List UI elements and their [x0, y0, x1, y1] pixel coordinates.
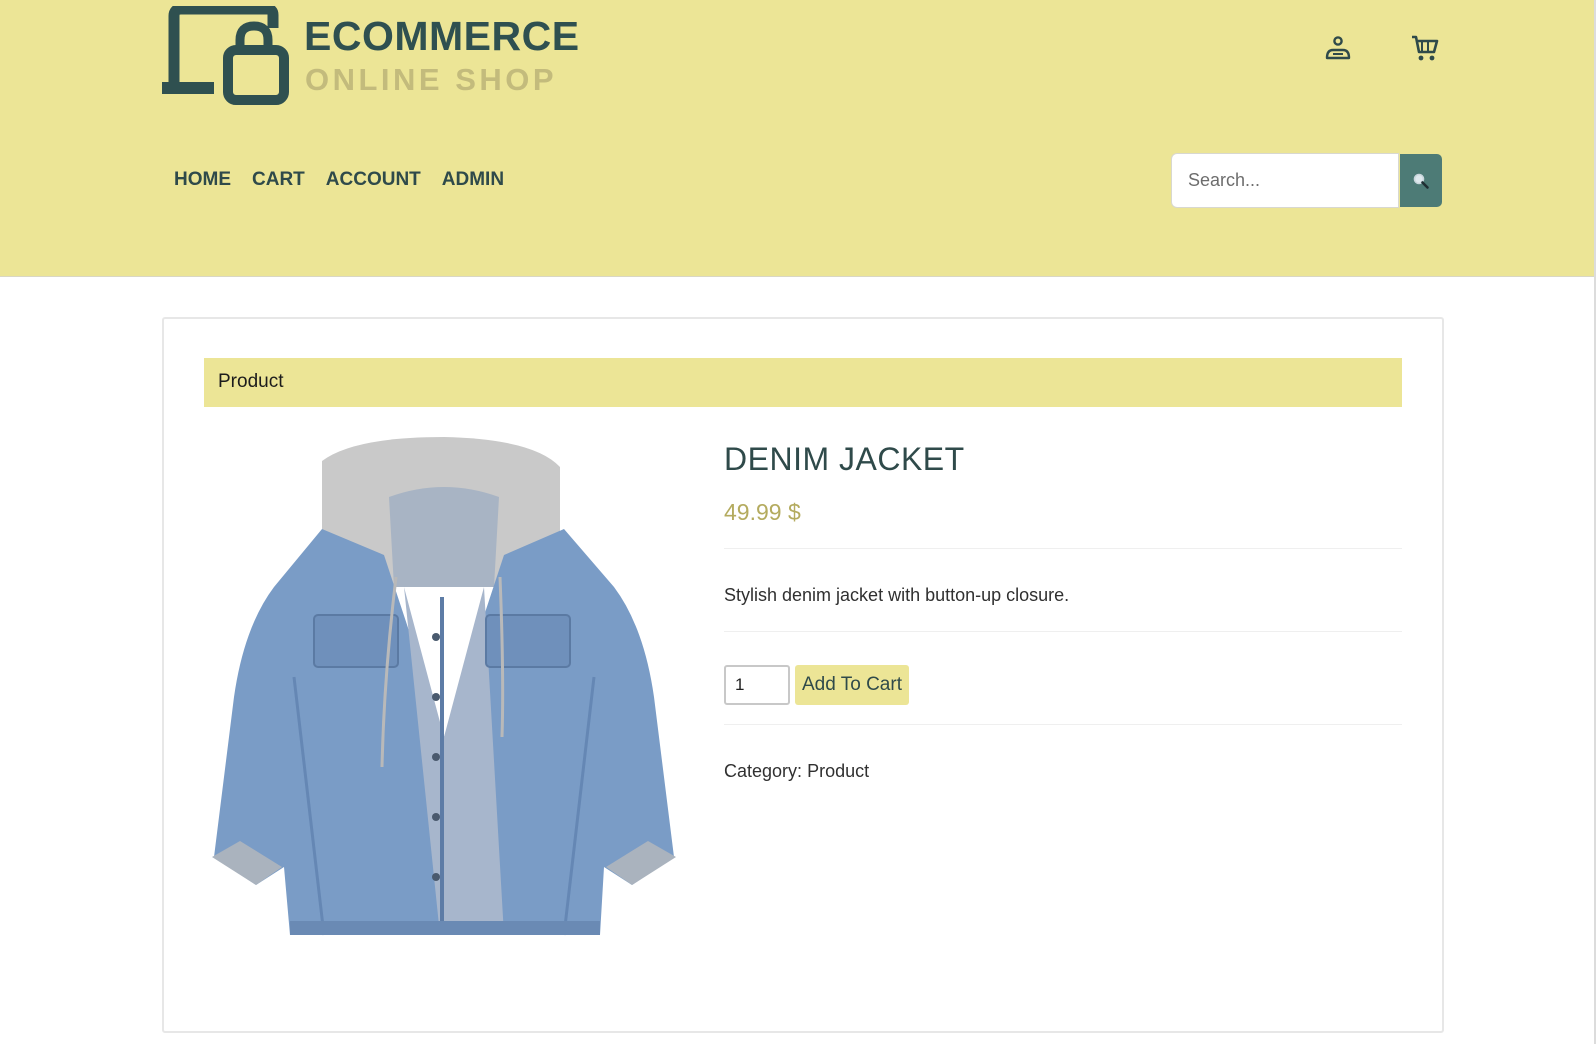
product-card: Product DENIM JACKET 49.99 $ Stylish den… — [162, 317, 1444, 1033]
panel-title: Product — [218, 371, 284, 392]
cart-icon — [1412, 35, 1439, 61]
laptop-lock-logo-icon — [162, 6, 289, 105]
user-icon — [1325, 36, 1351, 60]
denim-jacket-image — [212, 437, 676, 936]
brand-name: ECOMMERCE — [304, 13, 580, 59]
search-icon — [1413, 173, 1429, 189]
divider — [724, 548, 1402, 549]
nav-item-account[interactable]: ACCOUNT — [326, 168, 421, 192]
quantity-input[interactable] — [724, 665, 790, 705]
product-title: DENIM JACKET — [724, 441, 965, 477]
nav-item-home[interactable]: HOME — [174, 168, 231, 192]
category-value[interactable]: Product — [807, 761, 869, 781]
product-category: Category: Product — [724, 761, 869, 782]
brand-logo[interactable]: ECOMMERCE ONLINE SHOP — [162, 6, 579, 106]
product-description: Stylish denim jacket with button-up clos… — [724, 585, 1070, 605]
search-bar — [1172, 154, 1442, 207]
divider — [724, 631, 1402, 632]
search-button[interactable] — [1400, 154, 1442, 207]
brand-tagline: ONLINE SHOP — [305, 62, 558, 97]
search-input[interactable] — [1172, 154, 1398, 207]
nav-item-admin[interactable]: ADMIN — [442, 168, 504, 192]
product-price: 49.99 $ — [724, 499, 801, 525]
main-nav: HOME CART ACCOUNT ADMIN — [174, 168, 525, 192]
account-button[interactable] — [1321, 31, 1355, 65]
nav-item-cart[interactable]: CART — [252, 168, 305, 192]
panel-header: Product — [204, 358, 1402, 407]
add-to-cart-button[interactable]: Add To Cart — [795, 665, 909, 705]
cart-button[interactable] — [1408, 31, 1442, 65]
category-label: Category: — [724, 761, 803, 781]
divider — [724, 724, 1402, 725]
